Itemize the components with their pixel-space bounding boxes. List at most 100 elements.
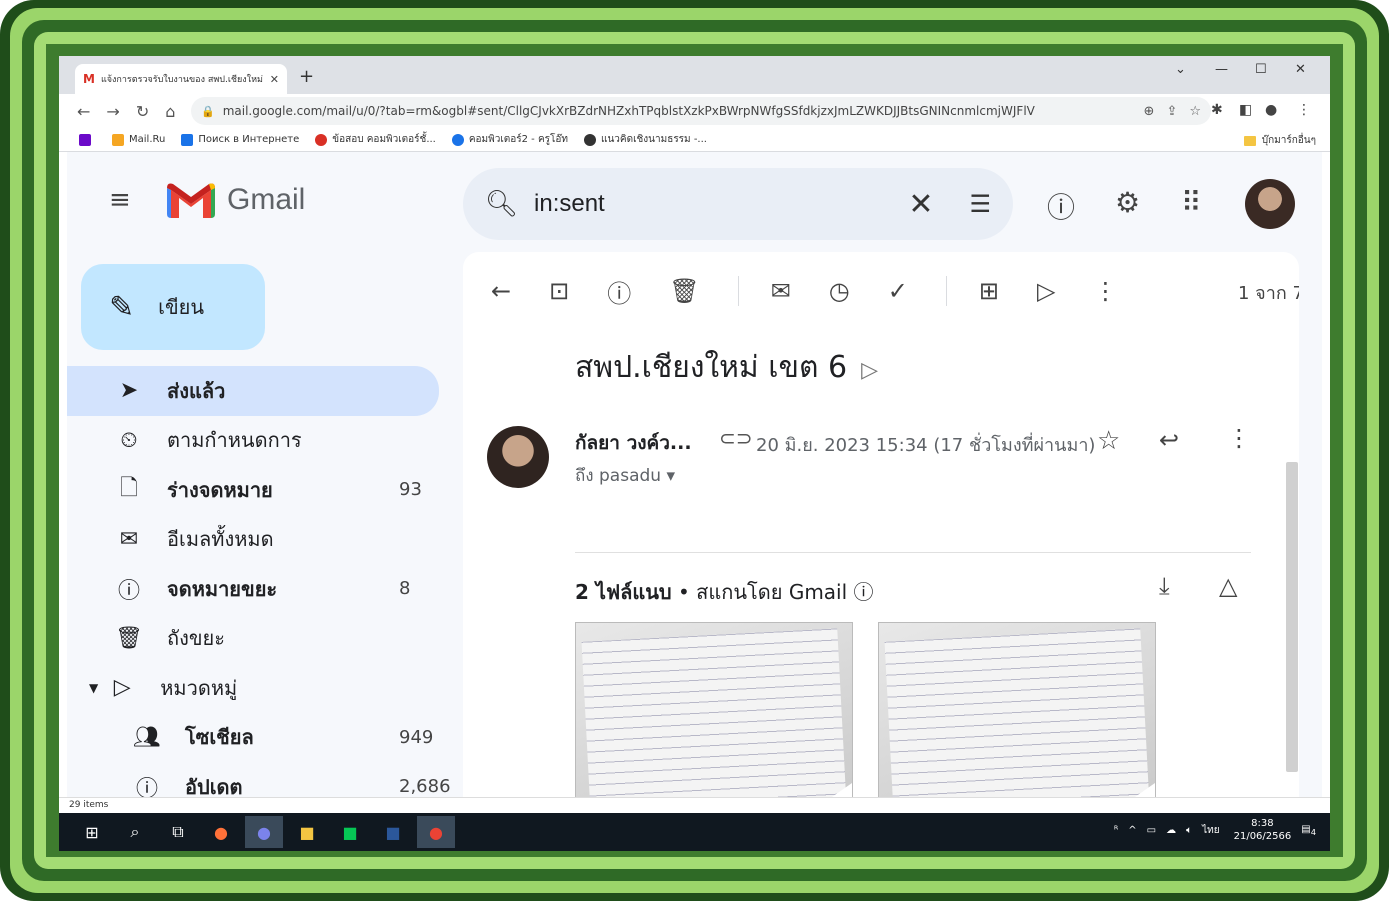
mark-unread-icon[interactable]: ✉ — [771, 277, 791, 305]
people-icon[interactable]: ᴿ — [1114, 825, 1118, 836]
sidebar-item-updates[interactable]: ⓘ อัปเดต 2,686 — [67, 762, 451, 797]
notification-icon[interactable]: ▤4 — [1301, 824, 1316, 837]
sidebar-item-categories[interactable]: ▼ ▷ หมวดหมู่ — [67, 663, 447, 713]
move-to-icon[interactable]: ⊞ — [979, 277, 999, 305]
firefox-icon[interactable]: ● — [202, 816, 240, 848]
back-to-list-icon[interactable]: ← — [491, 277, 511, 305]
add-task-icon[interactable]: ✓ — [888, 277, 908, 305]
back-icon[interactable]: ← — [77, 102, 90, 121]
sidebar-item-scheduled[interactable]: ⏲ ตามกำหนดการ — [67, 416, 447, 466]
close-tab-icon[interactable]: ✕ — [270, 73, 279, 86]
star-icon[interactable]: ☆ — [1097, 426, 1120, 456]
task-view-icon[interactable]: ⧉ — [159, 816, 197, 848]
browser-tab[interactable]: M แจ้งการตรวจรับใบงานของ สพป.เชียงใหม่ ✕ — [75, 64, 287, 94]
sidebar-item-social[interactable]: 👥︎ โซเชียล 949 — [67, 713, 447, 763]
clock[interactable]: 8:38 21/06/2566 — [1234, 817, 1292, 843]
minimize-icon[interactable]: — — [1215, 62, 1228, 77]
chrome-menu-icon[interactable]: ⋮ — [1297, 102, 1311, 118]
divider — [575, 552, 1251, 553]
other-bookmarks[interactable]: บุ๊กมาร์กอื่นๆ — [1243, 133, 1316, 148]
label-as-icon[interactable]: ▷ — [1037, 277, 1055, 305]
chevron-down-icon[interactable]: ▾ — [666, 466, 675, 486]
share-icon[interactable]: ⇪ — [1166, 104, 1177, 119]
search-icon[interactable]: 🔍︎ — [485, 189, 518, 219]
reload-icon[interactable]: ↻ — [136, 102, 149, 121]
bookmark-yahoo[interactable] — [79, 133, 96, 146]
bookmark-item[interactable]: Mail.Ru — [112, 133, 165, 146]
search-icon[interactable]: ⌕ — [116, 816, 154, 848]
more-options-icon[interactable]: ⋮ — [1093, 277, 1117, 305]
profile-icon[interactable]: ● — [1265, 102, 1277, 118]
maximize-icon[interactable]: ☐ — [1255, 62, 1267, 77]
tray-chevron-icon[interactable]: ^ — [1128, 825, 1136, 836]
bookmark-item[interactable]: ข้อสอบ คอมพิวเตอร์ชั้... — [315, 132, 436, 147]
word-icon[interactable]: ■ — [374, 816, 412, 848]
side-panel-icon[interactable]: ◧ — [1239, 102, 1252, 118]
mailru-icon — [112, 133, 124, 146]
attachment-clip-icon: ⊂⊃ — [719, 426, 753, 450]
scheduled-send-icon: ⏲ — [120, 427, 138, 453]
sidebar-nav: ➤ ส่งแล้ว ⏲ ตามกำหนดการ 🗋 ร่างจดหมาย 93 … — [67, 366, 451, 797]
sidebar-item-trash[interactable]: 🗑 ถังขยะ — [67, 614, 447, 664]
reply-icon[interactable]: ↩ — [1159, 426, 1179, 454]
pencil-icon: ✎ — [109, 289, 135, 325]
pagination-text: 1 จาก 7 — [1238, 283, 1299, 304]
delete-icon[interactable]: 🗑 — [669, 277, 699, 305]
teams-icon[interactable]: ● — [245, 816, 283, 848]
gmail-logo[interactable]: Gmail — [167, 182, 305, 218]
input-language[interactable]: ไทย — [1202, 823, 1219, 838]
search-input[interactable] — [534, 190, 909, 218]
bookmark-item[interactable]: แนวคิดเชิงนามธรรม -... — [584, 132, 707, 147]
extensions-icon[interactable]: ✱ — [1211, 102, 1223, 118]
clear-search-icon[interactable]: ✕ — [908, 187, 933, 222]
bookmark-star-icon[interactable]: ☆ — [1189, 104, 1201, 119]
recipient-line[interactable]: ถึง pasadu ▾ — [575, 462, 675, 489]
search-options-icon[interactable]: ☰ — [969, 190, 991, 218]
sender-avatar[interactable] — [487, 426, 549, 488]
main-menu-icon[interactable]: ≡ — [109, 187, 137, 213]
attachment-thumbnail[interactable] — [575, 622, 853, 797]
gmail-app: ≡ Gmail 🔍︎ ✕ ☰ ⓘ ⚙ ⠿ ✎ เขียน — [67, 152, 1322, 797]
close-window-icon[interactable]: ✕ — [1295, 62, 1306, 77]
important-marker-icon[interactable]: ▷ — [861, 358, 878, 383]
cloud-icon[interactable]: ☁ — [1166, 825, 1176, 836]
new-tab-icon[interactable]: + — [299, 66, 314, 87]
account-avatar[interactable] — [1245, 179, 1295, 229]
sidebar-item-drafts[interactable]: 🗋 ร่างจดหมาย 93 — [67, 465, 447, 515]
zoom-icon[interactable]: ⊕ — [1144, 104, 1155, 119]
all-mail-icon: ✉ — [119, 526, 139, 552]
settings-gear-icon[interactable]: ⚙ — [1115, 186, 1140, 219]
url-bar[interactable]: 🔒 mail.google.com/mail/u/0/?tab=rm&ogbl#… — [191, 97, 1211, 125]
message-more-icon[interactable]: ⋮ — [1227, 424, 1251, 452]
sidebar-item-spam[interactable]: ⓘ จดหมายขยะ 8 — [67, 564, 447, 614]
archive-icon[interactable]: ⊡ — [549, 277, 569, 305]
compose-button[interactable]: ✎ เขียน — [81, 264, 265, 350]
windows-start-icon[interactable]: ⊞ — [73, 816, 111, 848]
forward-icon[interactable]: → — [106, 102, 119, 121]
scrollbar[interactable] — [1286, 462, 1298, 772]
screen: M แจ้งการตรวจรับใบงานของ สพป.เชียงใหม่ ✕… — [59, 56, 1330, 851]
bookmark-item[interactable]: คอมพิวเตอร์2 - ครูโอ๊ท — [451, 132, 568, 147]
apps-grid-icon[interactable]: ⠿ — [1181, 186, 1202, 219]
tab-search-icon[interactable]: ⌄ — [1175, 62, 1186, 77]
line-icon[interactable]: ■ — [331, 816, 369, 848]
file-explorer-icon[interactable]: ■ — [288, 816, 326, 848]
snooze-clock-icon[interactable]: ◷ — [829, 277, 850, 305]
bookmark-item[interactable]: Поиск в Интернете — [181, 133, 299, 146]
sidebar-item-all-mail[interactable]: ✉ อีเมลทั้งหมด — [67, 515, 447, 565]
report-spam-icon[interactable]: ⓘ — [607, 274, 631, 309]
people-icon: 👥︎ — [133, 724, 161, 750]
download-all-icon[interactable]: ⤓ — [1159, 572, 1170, 600]
home-icon[interactable]: ⌂ — [165, 102, 175, 121]
attachment-thumbnail[interactable] — [878, 622, 1156, 797]
sender-name[interactable]: กัลยา วงค์ว... — [575, 428, 692, 458]
network-icon[interactable]: ▭ — [1147, 825, 1156, 836]
volume-icon[interactable]: 🔈︎ — [1186, 825, 1192, 836]
sidebar-item-sent[interactable]: ➤ ส่งแล้ว — [67, 366, 439, 416]
caret-down-icon[interactable]: ▼ — [89, 681, 98, 695]
folder-icon — [1243, 135, 1256, 146]
add-to-drive-icon[interactable]: △ — [1219, 572, 1237, 600]
help-icon[interactable]: ⓘ — [1047, 186, 1075, 226]
chrome-icon[interactable]: ● — [417, 816, 455, 848]
info-icon[interactable]: ⓘ — [854, 580, 874, 604]
